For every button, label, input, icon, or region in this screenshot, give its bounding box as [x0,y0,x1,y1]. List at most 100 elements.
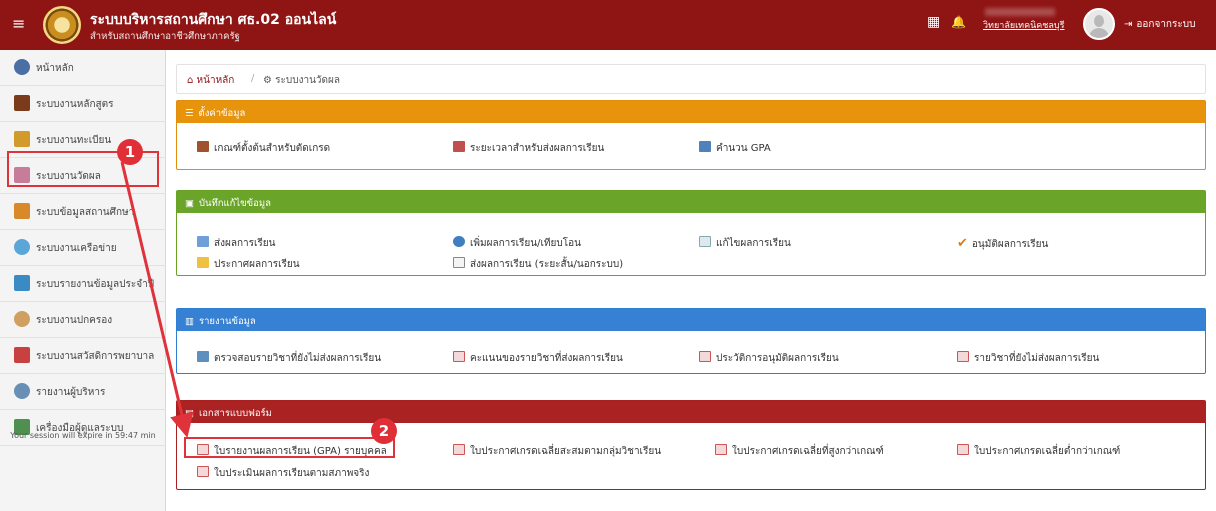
person-icon [14,311,30,327]
link-label: เพิ่มผลการเรียน/เทียบโอน [470,238,581,249]
add-user-icon [453,236,465,247]
records-panel: ▣ บันทึกแก้ไขข้อมูล ส่งผลการเรียน เพิ่มผล… [176,190,1206,276]
breadcrumb-home-label: หน้าหลัก [196,75,235,86]
link-label: ส่งผลการเรียน (ระยะสั้น/นอกระบบ) [470,259,624,270]
breadcrumb-current: ⚙ ระบบงานวัดผล [263,73,340,88]
pdf-icon [453,351,465,362]
approve-grades-link[interactable]: ✔ อนุมัติผลการเรียน [957,236,1048,252]
link-label: ใบประกาศเกรดเฉลี่ยสะสมตามกลุ่มวิชาเรียน [470,446,662,457]
school-icon [14,203,30,219]
link-label: ใบประกาศเกรดเฉลี่ยต่ำกว่าเกณฑ์ [974,446,1121,457]
check-pending-subjects-link[interactable]: ตรวจสอบรายวิชาที่ยังไม่ส่งผลการเรียน [197,351,381,366]
monitor-icon [699,141,711,152]
pending-subjects-link[interactable]: รายวิชาที่ยังไม่ส่งผลการเรียน [957,351,1099,366]
gpa-below-criteria-link[interactable]: ใบประกาศเกรดเฉลี่ยต่ำกว่าเกณฑ์ [957,444,1120,459]
edit-grades-link[interactable]: แก้ไขผลการเรียน [699,236,791,251]
sidebar-item-welfare[interactable]: ระบบงานสวัสดิการพยาบาล [0,338,166,374]
home-icon: ⌂ [187,75,194,86]
document-icon [453,257,465,268]
settings-panel-title: ตั้งค่าข้อมูล [198,108,246,119]
user-institution-link[interactable]: วิทยาลัยเทคนิคชลบุรี [983,18,1064,32]
link-label: ประกาศผลการเรียน [214,259,300,270]
records-panel-title: บันทึกแก้ไขข้อมูล [198,198,271,209]
sidebar-item-label: ระบบงานสวัสดิการพยาบาล [36,351,155,362]
app-title: ระบบบริหารสถานศึกษา ศธ.02 ออนไลน์ [90,12,337,28]
link-label: คำนวน GPA [716,143,771,154]
submit-grades-link[interactable]: ส่งผลการเรียน [197,236,276,251]
save-icon: ▣ [185,198,194,209]
link-label: ส่งผลการเรียน [214,238,276,249]
submit-grades-short-course-link[interactable]: ส่งผลการเรียน (ระยะสั้น/นอกระบบ) [453,257,623,272]
sidebar-item-label: ระบบข้อมูลสถานศึกษา [36,207,135,218]
sidebar-item-school-info[interactable]: ระบบข้อมูลสถานศึกษา [0,194,166,230]
bell-icon[interactable]: 🔔 [951,14,966,30]
documents-panel-header: ▤ เอกสารแบบฟอร์ม [177,401,1205,423]
sidebar-item-label: ระบบงานหลักสูตร [36,99,114,110]
book-icon [14,95,30,111]
sidebar-item-annual-report[interactable]: ระบบรายงานข้อมูลประจำปี [0,266,166,302]
sidebar-item-label: รายงานผู้บริหาร [36,387,106,398]
logout-label: ออกจากระบบ [1136,19,1196,30]
link-label: รายวิชาที่ยังไม่ส่งผลการเรียน [974,353,1100,364]
folder-icon [699,236,711,247]
send-icon [197,236,209,247]
add-grades-transfer-link[interactable]: เพิ่มผลการเรียน/เทียบโอน [453,236,581,251]
medkit-icon [14,347,30,363]
calculate-gpa-link[interactable]: คำนวน GPA [699,141,771,156]
director-icon [14,383,30,399]
list-icon [197,141,209,152]
calendar-icon[interactable]: ▦ [927,14,940,30]
sidebar-item-network[interactable]: ระบบงานเครือข่าย [0,230,166,266]
gear-icon: ⚙ [263,75,272,86]
pdf-icon [715,444,727,455]
redacted-username [985,8,1055,16]
submission-period-link[interactable]: ระยะเวลาสำหรับส่งผลการเรียน [453,141,604,156]
settings-panel-header: ☰ ตั้งค่าข้อมูล [177,101,1205,123]
session-timer-text: Your session will expire in 59:47 min [10,431,156,440]
reports-panel: ▥ รายงานข้อมูล ตรวจสอบรายวิชาที่ยังไม่ส่ง… [176,308,1206,374]
grade-criteria-link[interactable]: เกณฑ์ตั้งต้นสำหรับตัดเกรด [197,141,330,156]
link-label: ระยะเวลาสำหรับส่งผลการเรียน [470,143,605,154]
documents-panel-title: เอกสารแบบฟอร์ม [198,408,272,419]
sidebar-item-home[interactable]: หน้าหลัก [0,50,166,86]
bar-chart-icon: ▥ [185,316,194,327]
sidebar-item-discipline[interactable]: ระบบงานปกครอง [0,302,166,338]
pdf-icon [197,466,209,477]
sidebar-item-label: หน้าหลัก [36,63,74,74]
pdf-icon [957,351,969,362]
link-label: คะแนนของรายวิชาที่ส่งผลการเรียน [470,353,623,364]
cumulative-gpa-by-group-link[interactable]: ใบประกาศเกรดเฉลี่ยสะสมตามกลุ่มวิชาเรียน [453,444,661,459]
cloud-icon [14,239,30,255]
breadcrumb-separator: / [251,73,255,84]
highlight-box-gpa-report [184,437,395,458]
sidebar-item-label: ระบบงานปกครอง [36,315,113,326]
approval-history-link[interactable]: ประวัติการอนุมัติผลการเรียน [699,351,839,366]
reports-panel-header: ▥ รายงานข้อมูล [177,309,1205,331]
logout-button[interactable]: ⇥ ออกจากระบบ [1124,17,1195,32]
avatar[interactable] [1083,8,1115,40]
gpa-above-criteria-link[interactable]: ใบประกาศเกรดเฉลี่ยที่สูงกว่าเกณฑ์ [715,444,884,459]
step-badge-2: 2 [371,418,397,444]
sidebar-item-executive-report[interactable]: รายงานผู้บริหาร [0,374,166,410]
home-icon [14,59,30,75]
chart-icon [14,275,30,291]
sidebar-item-curriculum[interactable]: ระบบงานหลักสูตร [0,86,166,122]
top-bar: ≡ ระบบบริหารสถานศึกษา ศธ.02 ออนไลน์ สำหร… [0,0,1216,50]
breadcrumb-current-label: ระบบงานวัดผล [275,75,341,86]
link-label: อนุมัติผลการเรียน [971,239,1049,250]
pdf-icon [957,444,969,455]
breadcrumb-home-link[interactable]: ⌂ หน้าหลัก [187,73,234,88]
sidebar: หน้าหลัก ระบบงานหลักสูตร ระบบงานทะเบียน … [0,50,166,511]
institution-logo [43,6,81,44]
checkmark-icon: ✔ [957,236,968,251]
announce-grades-link[interactable]: ประกาศผลการเรียน [197,257,300,272]
menu-toggle-icon[interactable]: ≡ [12,15,25,33]
authentic-assessment-link[interactable]: ใบประเมินผลการเรียนตามสภาพจริง [197,466,369,481]
sidebar-item-label: ระบบงานทะเบียน [36,135,112,146]
file-icon: ▤ [185,408,194,419]
users-icon [14,131,30,147]
link-label: เกณฑ์ตั้งต้นสำหรับตัดเกรด [214,143,331,154]
link-label: แก้ไขผลการเรียน [716,238,791,249]
sidebar-item-admin-tools[interactable]: เครื่องมือผู้ดูแลระบบ [0,410,166,446]
subject-scores-link[interactable]: คะแนนของรายวิชาที่ส่งผลการเรียน [453,351,623,366]
